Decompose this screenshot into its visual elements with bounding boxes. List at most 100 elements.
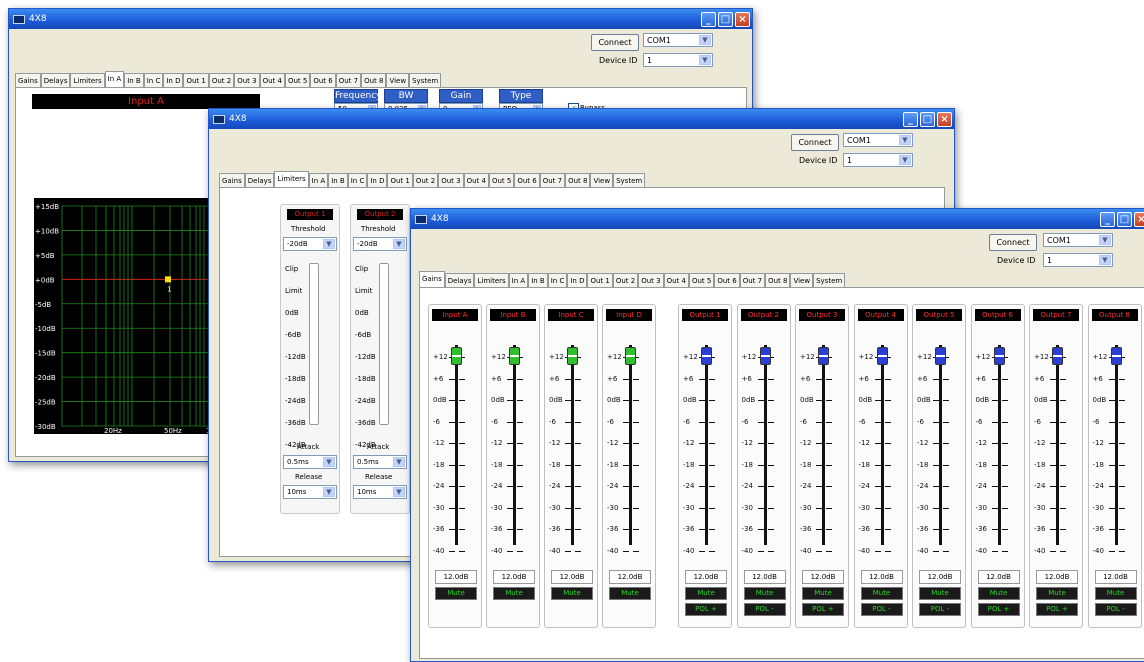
tab-out-8[interactable]: Out 8 (361, 73, 387, 88)
attack-select[interactable]: 0.5ms ▼ (283, 455, 337, 469)
tab-limiters[interactable]: Limiters (474, 273, 509, 288)
tab-delays[interactable]: Delays (244, 173, 275, 188)
mute-button[interactable]: Mute (609, 587, 651, 600)
tab-out-4[interactable]: Out 4 (259, 73, 285, 88)
chevron-down-icon[interactable]: ▼ (699, 35, 711, 45)
device-id-select[interactable]: 1 ▼ (1043, 253, 1113, 267)
mute-button[interactable]: Mute (493, 587, 535, 600)
tab-out-1[interactable]: Out 1 (387, 173, 413, 188)
eq-graph[interactable]: +15dB +10dB +5dB +0dB -5dB -10dB -15dB -20dB -25… (34, 198, 210, 434)
tab-delays[interactable]: Delays (40, 73, 71, 88)
gain-value[interactable]: 12.0dB (435, 570, 477, 584)
mute-button[interactable]: Mute (551, 587, 593, 600)
connect-button[interactable]: Connect (591, 34, 639, 51)
mute-button[interactable]: Mute (977, 587, 1020, 600)
tab-in-a[interactable]: In A (508, 273, 529, 288)
fader-knob[interactable] (625, 347, 636, 365)
chevron-down-icon[interactable]: ▼ (323, 487, 335, 497)
minimize-icon[interactable]: _ (701, 11, 716, 27)
close-icon[interactable]: × (937, 111, 952, 127)
com-port-select[interactable]: COM1 ▼ (643, 33, 713, 47)
chevron-down-icon[interactable]: ▼ (1099, 255, 1111, 265)
mute-button[interactable]: Mute (435, 587, 477, 600)
maximize-icon[interactable]: □ (718, 11, 733, 27)
attack-select[interactable]: 0.5ms ▼ (353, 455, 407, 469)
tab-view[interactable]: View (790, 273, 814, 288)
tab-gains[interactable]: Gains (419, 271, 445, 288)
tab-out-1[interactable]: Out 1 (587, 273, 613, 288)
mute-button[interactable]: Mute (685, 587, 727, 600)
gain-value[interactable]: 12.0dB (743, 570, 786, 584)
tab-limiters[interactable]: Limiters (70, 73, 105, 88)
tab-in-a[interactable]: In A (308, 173, 329, 188)
tab-out-6[interactable]: Out 6 (714, 273, 740, 288)
fader-knob[interactable] (876, 347, 888, 365)
tab-gains[interactable]: Gains (219, 173, 245, 188)
mute-button[interactable]: Mute (919, 587, 961, 600)
titlebar[interactable]: 4X8 _ □ × (411, 209, 1144, 229)
chevron-down-icon[interactable]: ▼ (1099, 235, 1111, 245)
fader-knob[interactable] (567, 347, 578, 365)
eq-point-handle[interactable] (165, 276, 171, 283)
connect-button[interactable]: Connect (989, 234, 1037, 251)
tab-out-3[interactable]: Out 3 (638, 273, 664, 288)
tab-out-1[interactable]: Out 1 (183, 73, 209, 88)
polarity-button[interactable]: POL - (919, 603, 961, 616)
gain-value[interactable]: 12.0dB (551, 570, 593, 584)
gain-value[interactable]: 12.0dB (860, 570, 903, 584)
tab-view[interactable]: View (590, 173, 614, 188)
polarity-button[interactable]: POL + (1036, 603, 1078, 616)
polarity-button[interactable]: POL - (1094, 603, 1137, 616)
tab-in-d[interactable]: In D (367, 173, 388, 188)
tab-in-c[interactable]: In C (547, 273, 568, 288)
mute-button[interactable]: Mute (1094, 587, 1137, 600)
minimize-icon[interactable]: _ (1100, 211, 1115, 227)
mute-button[interactable]: Mute (860, 587, 903, 600)
tab-out-7[interactable]: Out 7 (335, 73, 362, 88)
chevron-down-icon[interactable]: ▼ (393, 487, 405, 497)
tab-out-6[interactable]: Out 6 (310, 73, 336, 88)
titlebar[interactable]: 4X8 _ □ × (209, 109, 954, 129)
tab-out-4[interactable]: Out 4 (663, 273, 689, 288)
mute-button[interactable]: Mute (1036, 587, 1078, 600)
tab-view[interactable]: View (386, 73, 410, 88)
chevron-down-icon[interactable]: ▼ (699, 55, 711, 65)
close-icon[interactable]: × (735, 11, 750, 27)
gain-value[interactable]: 12.0dB (802, 570, 844, 584)
gain-value[interactable]: 12.0dB (1094, 570, 1137, 584)
maximize-icon[interactable]: □ (1117, 211, 1132, 227)
fader-knob[interactable] (993, 347, 1005, 365)
connect-button[interactable]: Connect (791, 134, 839, 151)
maximize-icon[interactable]: □ (920, 111, 935, 127)
release-select[interactable]: 10ms ▼ (283, 485, 337, 499)
chevron-down-icon[interactable]: ▼ (323, 457, 335, 467)
tab-out-2[interactable]: Out 2 (208, 73, 235, 88)
release-select[interactable]: 10ms ▼ (353, 485, 407, 499)
chevron-down-icon[interactable]: ▼ (899, 135, 911, 145)
tab-out-2[interactable]: Out 2 (412, 173, 439, 188)
threshold-select[interactable]: -20dB ▼ (353, 237, 407, 251)
minimize-icon[interactable]: _ (903, 111, 918, 127)
tab-system[interactable]: System (409, 73, 442, 88)
chevron-down-icon[interactable]: ▼ (393, 239, 405, 249)
tab-out-3[interactable]: Out 3 (438, 173, 464, 188)
tab-out-8[interactable]: Out 8 (765, 273, 791, 288)
polarity-button[interactable]: POL - (743, 603, 786, 616)
polarity-button[interactable]: POL + (685, 603, 727, 616)
polarity-button[interactable]: POL - (860, 603, 903, 616)
tab-gains[interactable]: Gains (15, 73, 41, 88)
gain-value[interactable]: 12.0dB (1036, 570, 1078, 584)
gain-value[interactable]: 12.0dB (919, 570, 961, 584)
com-port-select[interactable]: COM1 ▼ (843, 133, 913, 147)
tab-out-5[interactable]: Out 5 (688, 273, 715, 288)
polarity-button[interactable]: POL + (977, 603, 1020, 616)
mute-button[interactable]: Mute (802, 587, 844, 600)
tab-out-2[interactable]: Out 2 (612, 273, 639, 288)
fader-knob[interactable] (1110, 347, 1122, 365)
fader-knob[interactable] (818, 347, 829, 365)
tab-out-5[interactable]: Out 5 (284, 73, 311, 88)
tab-limiters[interactable]: Limiters (274, 171, 309, 188)
gain-value[interactable]: 12.0dB (609, 570, 651, 584)
mute-button[interactable]: Mute (743, 587, 786, 600)
gain-value[interactable]: 12.0dB (493, 570, 535, 584)
